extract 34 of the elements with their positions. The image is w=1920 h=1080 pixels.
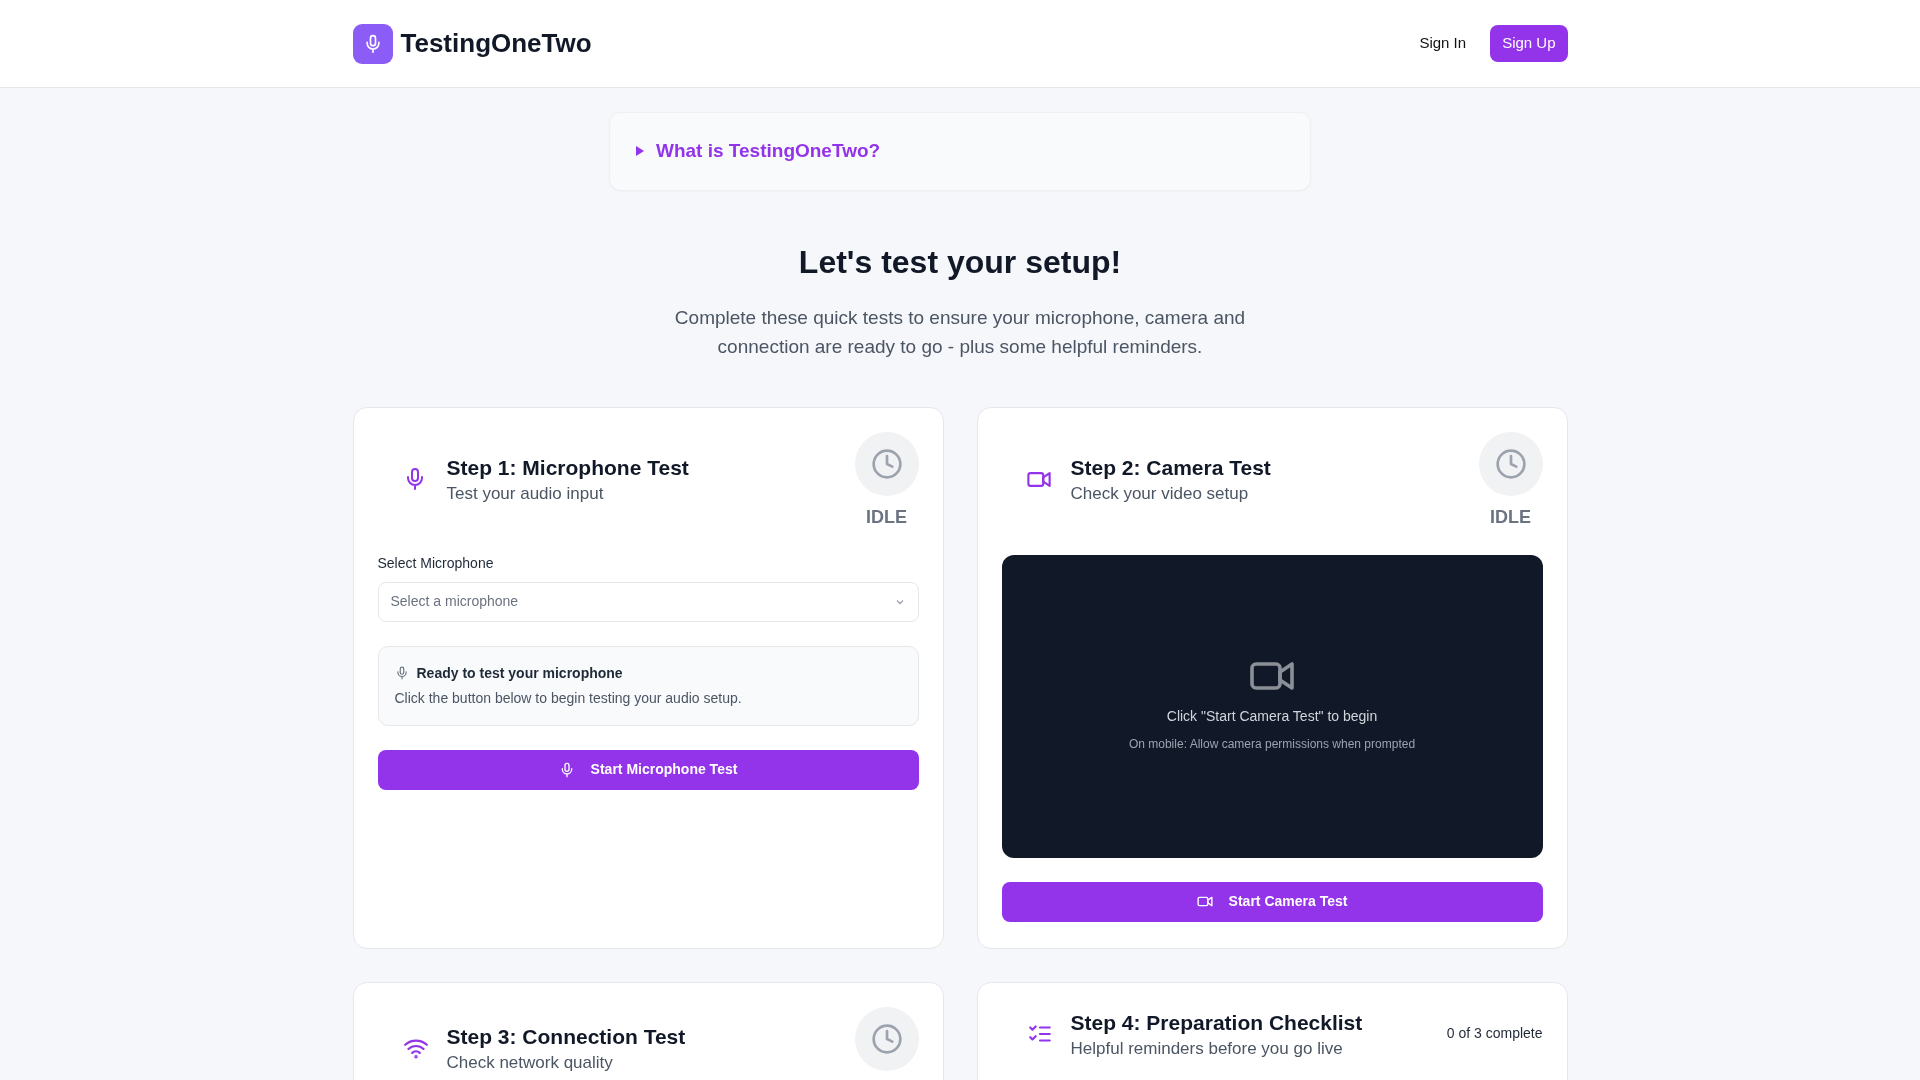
logo[interactable] — [352, 23, 393, 64]
field-label: Select Microphone — [377, 553, 495, 573]
step-title: Step 1: Microphone Test — [446, 454, 689, 481]
clock-icon — [870, 1022, 903, 1055]
step-subtitle: Test your audio input — [446, 483, 605, 506]
info-text: Click the button below to begin testing your audio setup. — [394, 688, 743, 708]
status-label: IDLE — [866, 505, 907, 529]
microphone-icon — [394, 666, 409, 681]
start-microphone-button[interactable]: Start Microphone Test — [377, 749, 919, 790]
step-subtitle: Check network quality — [446, 1052, 614, 1075]
about-panel[interactable]: What is TestingOneTwo? — [609, 112, 1311, 191]
step-title: Step 2: Camera Test — [1070, 454, 1271, 481]
progress-count: 0 of 3 complete — [1446, 1024, 1543, 1044]
preview-message: Click "Start Camera Test" to begin — [1166, 706, 1378, 726]
brand-name[interactable]: TestingOneTwo — [400, 24, 592, 63]
step-title: Step 4: Preparation Checklist — [1070, 1009, 1363, 1036]
camera-icon — [1026, 470, 1051, 488]
step-subtitle: Check your video setup — [1070, 483, 1250, 506]
intro-text: Complete these quick tests to ensure your microphone, camera and connection are ready to go - plus some helpful reminders. — [673, 305, 1247, 359]
info-title: Ready to test your microphone — [416, 663, 623, 683]
status-label: IDLE — [1490, 505, 1531, 529]
page-title: Let's test your setup! — [797, 242, 1123, 281]
step-title: Step 3: Connection Test — [446, 1023, 686, 1050]
about-summary[interactable]: What is TestingOneTwo? — [656, 137, 881, 166]
video-camera-icon — [1249, 659, 1295, 692]
microphone-select[interactable]: Select a microphone — [377, 581, 919, 622]
start-camera-button[interactable]: Start Camera Test — [1001, 881, 1543, 922]
sign-up-button[interactable]: Sign Up — [1490, 25, 1568, 62]
clock-icon — [870, 447, 903, 480]
step-subtitle: Helpful reminders before you go live — [1070, 1038, 1344, 1061]
clock-icon — [1494, 447, 1527, 480]
camera-icon — [1196, 896, 1213, 908]
preview-note: On mobile: Allow camera permissions when prompted — [1128, 735, 1416, 753]
sign-in-link[interactable]: Sign In — [1411, 26, 1475, 61]
